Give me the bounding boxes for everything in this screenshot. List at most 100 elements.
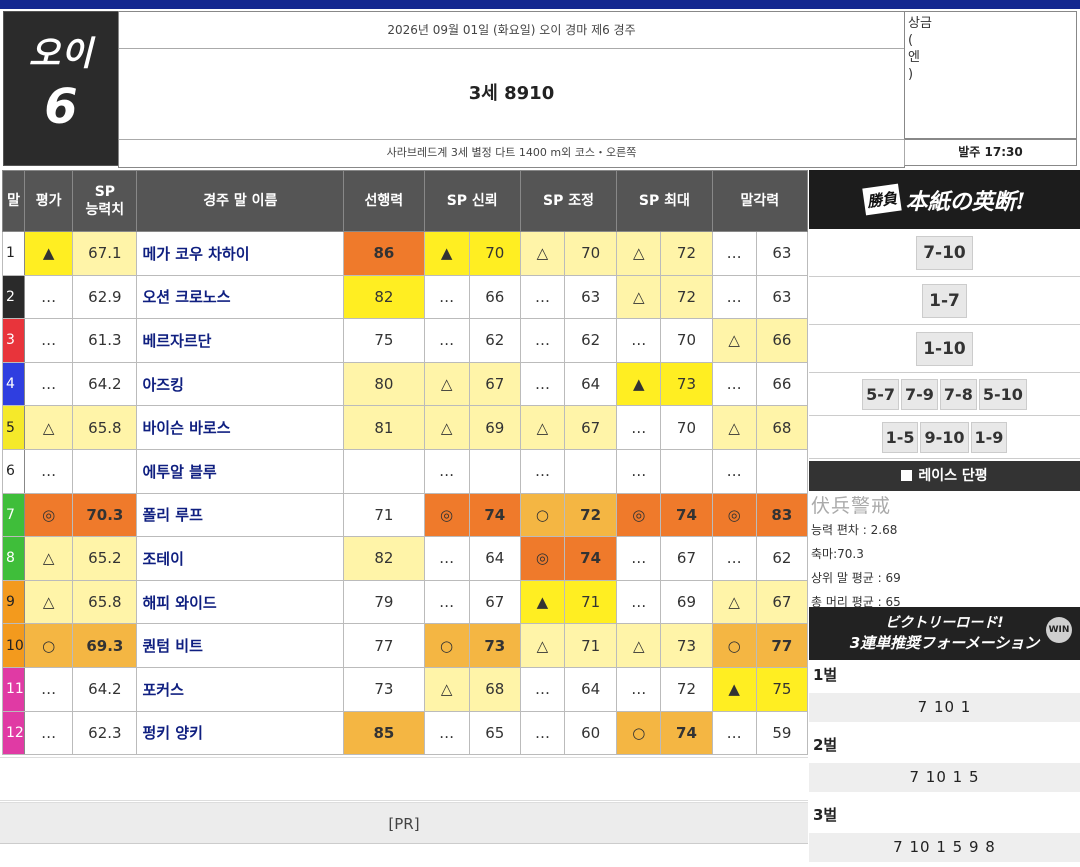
- right-column: 勝負 本紙の英断! 7-10 1-7 1-10 5-7 7-9 7-8 5-10 1-5 9-1…: [809, 170, 1080, 862]
- table-row[interactable]: 6… 에투알 블루…………: [1, 448, 809, 494]
- eval-mark: △: [24, 579, 74, 625]
- pick-combination[interactable]: 1-9: [970, 421, 1008, 453]
- pick-combination[interactable]: 1-7: [922, 283, 967, 318]
- comment-line: 축마:70.3: [811, 547, 864, 561]
- pick-combination[interactable]: 7-8: [939, 378, 977, 410]
- sp-trust-value: 68: [468, 666, 521, 712]
- frame-number: 5: [1, 405, 26, 450]
- sp-value: 62.9: [72, 274, 138, 320]
- pick-combination[interactable]: 9-10: [920, 421, 969, 453]
- lead-value: 71: [343, 492, 425, 538]
- prize-line: 엔: [908, 50, 920, 65]
- col-header-sp-trust: SP 신뢰: [423, 170, 521, 232]
- pick-combination[interactable]: 5-10: [978, 378, 1027, 410]
- horse-name[interactable]: 해피 와이드: [136, 579, 345, 625]
- pick-combination[interactable]: 5-7: [862, 378, 900, 410]
- sp-adjust-mark: △: [519, 405, 566, 450]
- sp-trust-mark: …: [423, 536, 470, 581]
- sp-trust-value: 70: [468, 231, 521, 276]
- sp-max-mark: ▲: [616, 361, 662, 407]
- table-row[interactable]: 7 ◎ 70.3 폴리 루프 71 ◎ 74 ○ 72 ◎ 74 ◎ 83: [1, 492, 809, 538]
- formation-banner-line2: 3連単推奨フォーメーション: [849, 634, 1040, 652]
- finish-mark: …: [711, 536, 757, 581]
- sp-max-value: 67: [660, 536, 713, 581]
- table-row[interactable]: 3… 61.3 베르자르단 75… 62… 62… 70 △ 66: [1, 318, 809, 363]
- sp-trust-mark: △: [423, 361, 470, 407]
- sp-max-value: 69: [660, 579, 713, 625]
- sp-max-mark: …: [616, 405, 662, 450]
- finish-mark: ○: [711, 623, 757, 668]
- pick-combination[interactable]: 7-9: [901, 378, 938, 410]
- race-comment: 伏兵警戒 능력 편차 : 2.68 축마:70.3 상위 말 평균 : 69 총…: [809, 491, 1080, 609]
- tier-1-value: 7 10 1: [809, 693, 1080, 722]
- top-accent-bar: [0, 0, 1080, 9]
- lead-value: 75: [343, 318, 425, 363]
- finish-mark: △: [711, 318, 757, 363]
- comment-line: 상위 말 평균 : 69: [811, 571, 901, 585]
- sp-max-value: 73: [660, 623, 713, 668]
- horse-name[interactable]: 바이슨 바로스: [136, 405, 345, 450]
- table-row[interactable]: 8 △ 65.2 조테이 82… 64 ◎ 74… 67… 62: [1, 536, 809, 581]
- col-header-finish: 말각력: [711, 170, 809, 232]
- horse-name[interactable]: 펑키 양키: [136, 710, 345, 756]
- horse-name[interactable]: 폴리 루프: [136, 492, 345, 538]
- finish-value: 66: [755, 361, 809, 407]
- prize-line: 상금: [908, 16, 932, 31]
- horse-name[interactable]: 조테이: [136, 536, 345, 581]
- table-row[interactable]: 4… 64.2 아즈킹 80 △ 67… 64 ▲ 73… 66: [1, 361, 809, 407]
- prize-box: 상금 ( 엔 ): [904, 11, 1077, 139]
- sp-max-mark: ◎: [616, 492, 662, 538]
- frame-number: 11: [1, 666, 26, 712]
- horse-name[interactable]: 포커스: [136, 666, 345, 712]
- sp-adjust-value: 63: [564, 274, 618, 320]
- finish-value: 62: [755, 536, 809, 581]
- horse-name[interactable]: 퀀텀 비트: [136, 623, 345, 668]
- sp-max-mark: △: [616, 231, 662, 276]
- sp-value: 65.2: [72, 536, 138, 581]
- pick-row: 1-7: [809, 277, 1080, 325]
- horse-name[interactable]: 메가 코우 차하이: [136, 231, 345, 276]
- sp-max-value: [660, 448, 713, 494]
- table-row[interactable]: 10 ○ 69.3 퀀텀 비트 77 ○ 73 △ 71 △ 73 ○ 77: [1, 623, 809, 668]
- sp-max-value: 70: [660, 405, 713, 450]
- table-row[interactable]: 5 △ 65.8 바이슨 바로스 81 △ 69 △ 67… 70 △ 68: [1, 405, 809, 450]
- eval-mark: …: [24, 361, 74, 407]
- sp-adjust-value: 64: [564, 666, 618, 712]
- frame-number: 3: [1, 318, 26, 363]
- sp-adjust-mark: …: [519, 448, 566, 494]
- sp-max-mark: …: [616, 318, 662, 363]
- sp-value: 61.3: [72, 318, 138, 363]
- horse-name[interactable]: 에투알 블루: [136, 448, 345, 494]
- sp-trust-mark: △: [423, 666, 470, 712]
- sp-trust-value: 69: [468, 405, 521, 450]
- horse-name[interactable]: 베르자르단: [136, 318, 345, 363]
- pick-combination[interactable]: 7-10: [916, 235, 973, 270]
- pick-combination[interactable]: 1-10: [916, 331, 973, 366]
- finish-value: 67: [755, 579, 809, 625]
- finish-value: 75: [755, 666, 809, 712]
- sp-adjust-mark: △: [519, 231, 566, 276]
- col-header-sp: SP 능력치: [72, 170, 138, 232]
- sp-trust-mark: …: [423, 710, 470, 756]
- frame-number: 2: [1, 274, 26, 320]
- pr-label[interactable]: [PR]: [0, 802, 808, 844]
- sp-adjust-value: 62: [564, 318, 618, 363]
- eval-mark: …: [24, 318, 74, 363]
- frame-number: 9: [1, 579, 26, 625]
- sp-value: 65.8: [72, 579, 138, 625]
- pick-combination[interactable]: 1-5: [881, 421, 919, 453]
- lead-value: 80: [343, 361, 425, 407]
- table-row[interactable]: 9 △ 65.8 해피 와이드 79… 67 ▲ 71… 69 △ 67: [1, 579, 809, 625]
- prize-line: (: [908, 33, 914, 48]
- formation-banner-line1: ビクトリーロード!: [885, 615, 1004, 631]
- table-row[interactable]: 12… 62.3 펑키 양키 85… 65… 60 ○ 74… 59: [1, 710, 809, 756]
- table-row[interactable]: 1 ▲ 67.1 메가 코우 차하이 86 ▲ 70 △ 70 △ 72… 63: [1, 231, 809, 276]
- horse-name[interactable]: 아즈킹: [136, 361, 345, 407]
- table-row[interactable]: 2… 62.9 오션 크로노스 82… 66… 63 △ 72… 63: [1, 274, 809, 320]
- sp-max-mark: …: [616, 666, 662, 712]
- table-row[interactable]: 11… 64.2 포커스 73 △ 68… 64… 72 ▲ 75: [1, 666, 809, 712]
- sp-trust-value: 67: [468, 579, 521, 625]
- horse-name[interactable]: 오션 크로노스: [136, 274, 345, 320]
- sp-adjust-mark: △: [519, 623, 566, 668]
- finish-value: 77: [755, 623, 809, 668]
